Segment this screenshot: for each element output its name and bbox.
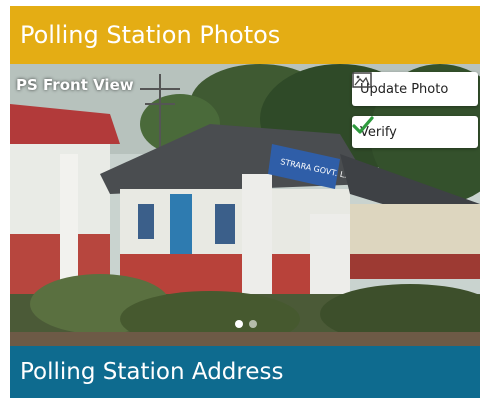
polling-station-photo[interactable]: STRARA GOVT. L.P. SCHOOL PS Front View U… [10,64,480,346]
image-icon [352,72,372,88]
checkmark-icon [352,116,374,134]
update-photo-label: Update Photo [360,81,449,97]
photo-caption: PS Front View [16,76,134,94]
carousel-dot-1[interactable] [235,320,243,328]
carousel-dot-2[interactable] [249,320,257,328]
carousel-indicator [235,320,257,328]
verify-button[interactable]: Verify [352,116,478,148]
update-photo-button[interactable]: Update Photo [352,72,478,106]
address-section-title: Polling Station Address [20,359,284,385]
photos-section-title: Polling Station Photos [20,21,281,49]
photo-image: STRARA GOVT. L.P. SCHOOL [10,64,480,346]
address-section-header[interactable]: Polling Station Address [10,346,480,398]
photos-section-header: Polling Station Photos [10,6,480,64]
polling-station-card: Polling Station Photos STRARA GOVT. L.P.… [10,6,480,398]
